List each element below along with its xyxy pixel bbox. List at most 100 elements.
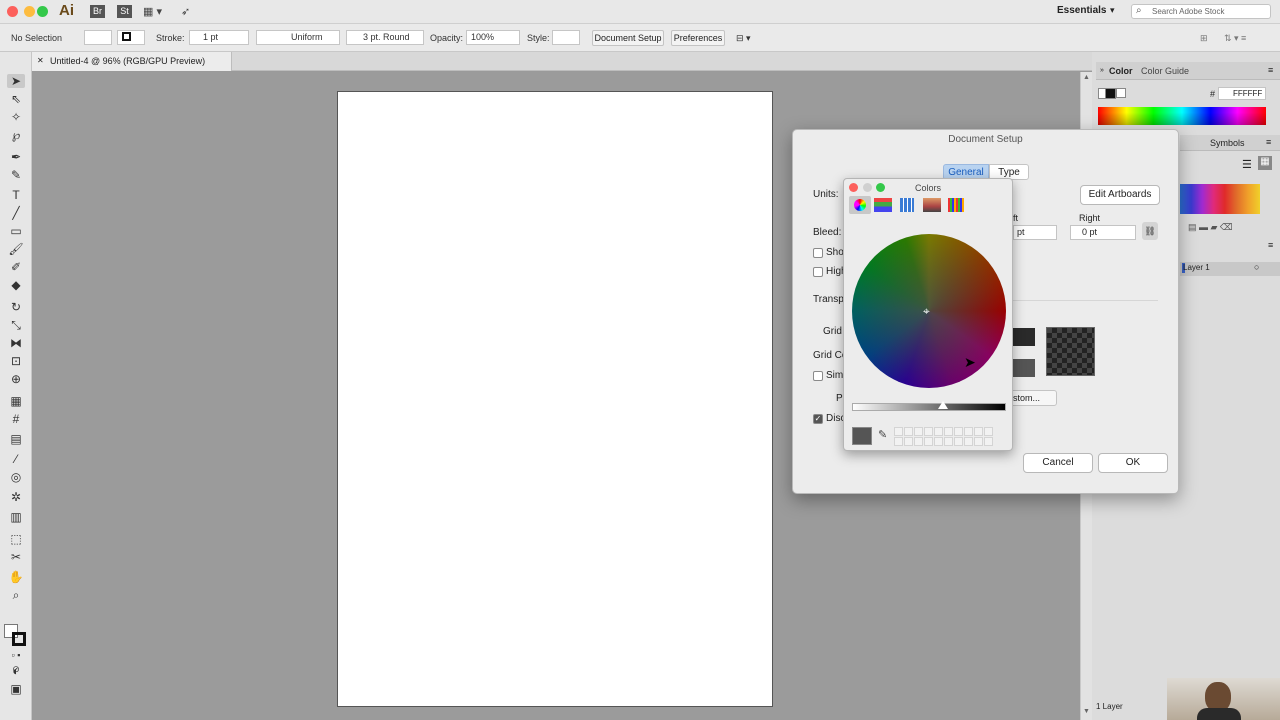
color-panel-white[interactable] — [1116, 88, 1126, 98]
shaper-tool-icon[interactable]: ✐ — [7, 260, 25, 274]
scroll-up-icon[interactable]: ▲ — [1083, 74, 1090, 81]
eyedropper-tool-icon[interactable]: ⁄ — [7, 452, 25, 466]
eraser-tool-icon[interactable]: ◆ — [7, 278, 25, 292]
panel-menu-icon[interactable]: ⇅ ▾ ≡ — [1224, 31, 1246, 45]
slice-tool-icon[interactable]: ✂ — [7, 550, 25, 564]
tab-symbols[interactable]: Symbols — [1210, 136, 1245, 150]
current-color-swatch[interactable] — [852, 427, 872, 445]
color-spectrum[interactable] — [1098, 107, 1266, 125]
free-transform-tool-icon[interactable]: ⊡ — [7, 354, 25, 368]
symbol-sprayer-tool-icon[interactable]: ✲ — [7, 490, 25, 504]
selection-tool-icon[interactable]: ➤ — [7, 74, 25, 88]
pen-tool-icon[interactable]: ✒ — [7, 150, 25, 164]
layer-target-icon[interactable]: ○ — [1254, 262, 1259, 272]
layer-name[interactable]: Layer 1 — [1183, 263, 1210, 272]
width-tool-icon[interactable]: ⧓ — [7, 336, 25, 350]
arrange-documents-icon[interactable]: ▦ ▾ — [143, 4, 162, 20]
zoom-window-button[interactable] — [37, 6, 48, 17]
grid-dark-swatch[interactable] — [1013, 328, 1035, 346]
stroke-weight-field[interactable]: 1 pt — [189, 30, 249, 45]
align-icon[interactable]: ⊟ ▾ — [736, 31, 751, 45]
bleed-left-field[interactable]: pt — [1013, 225, 1057, 240]
lasso-tool-icon[interactable]: ℘ — [7, 128, 25, 142]
image-palettes-icon[interactable] — [923, 198, 941, 212]
simulate-paper-checkbox[interactable] — [813, 371, 823, 381]
panel-menu-icon[interactable]: ≡ — [1266, 135, 1271, 149]
blend-tool-icon[interactable]: ◎ — [7, 470, 25, 484]
color-palettes-icon[interactable] — [900, 198, 914, 212]
preferences-button[interactable]: Preferences — [671, 30, 725, 46]
ok-button[interactable]: OK — [1098, 453, 1168, 473]
perspective-grid-tool-icon[interactable]: ▦ — [7, 394, 25, 408]
gradient-tool-icon[interactable]: ▤ — [7, 432, 25, 446]
artboard[interactable] — [337, 91, 773, 707]
hex-field[interactable]: FFFFFF — [1218, 87, 1266, 100]
tab-color[interactable]: Color — [1109, 64, 1133, 78]
close-window-button[interactable] — [7, 6, 18, 17]
variable-width-profile[interactable]: Uniform — [256, 30, 340, 45]
stock-button[interactable]: St — [117, 5, 132, 18]
hand-tool-icon[interactable]: ✋ — [7, 570, 25, 584]
close-tab-icon[interactable]: ✕ — [37, 56, 44, 65]
graphic-style-picker[interactable] — [552, 30, 580, 45]
workspace-switcher[interactable]: Essentials — [1057, 5, 1106, 16]
swatch-grid[interactable] — [1180, 184, 1260, 214]
brush-definition[interactable]: 3 pt. Round — [346, 30, 424, 45]
layer-row[interactable]: Layer 1 ○ — [1180, 262, 1280, 276]
scale-tool-icon[interactable]: ⤡ — [7, 318, 25, 332]
direct-selection-tool-icon[interactable]: ⇖ — [7, 92, 25, 106]
zoom-tool-icon[interactable]: ⌕ — [7, 588, 25, 602]
chevron-down-icon[interactable]: ▾ — [1110, 5, 1115, 16]
curvature-tool-icon[interactable]: ✎ — [7, 168, 25, 182]
color-sliders-icon[interactable] — [874, 198, 892, 212]
brightness-slider[interactable] — [852, 403, 1006, 411]
stroke-swatch[interactable] — [12, 632, 26, 646]
color-mode-icons[interactable]: ▫ ▪ ⊘ — [7, 648, 25, 674]
color-wheel-icon[interactable] — [849, 196, 871, 214]
column-graph-tool-icon[interactable]: ▥ — [7, 510, 25, 524]
artboard-tool-icon[interactable]: ⬚ — [7, 532, 25, 546]
grid-light-swatch[interactable] — [1013, 359, 1035, 377]
drawing-mode-icon[interactable]: ◐ — [7, 664, 25, 678]
minimize-window-button[interactable] — [24, 6, 35, 17]
rotate-tool-icon[interactable]: ↻ — [7, 300, 25, 314]
link-bleed-icon[interactable]: ⛓ — [1142, 222, 1158, 240]
brightness-slider-thumb[interactable] — [938, 401, 948, 409]
magic-wand-tool-icon[interactable]: ✧ — [7, 110, 25, 124]
thumbnail-view-icon[interactable]: ▦ — [1258, 156, 1272, 170]
line-tool-icon[interactable]: ╱ — [7, 206, 25, 220]
collapse-icon[interactable]: » — [1100, 64, 1104, 78]
gpu-performance-icon[interactable]: ➶ — [181, 4, 190, 20]
swatch-slots[interactable] — [894, 427, 1004, 447]
bleed-right-field[interactable]: 0 pt — [1070, 225, 1136, 240]
mesh-tool-icon[interactable]: # — [7, 412, 25, 426]
cancel-button[interactable]: Cancel — [1023, 453, 1093, 473]
bridge-button[interactable]: Br — [90, 5, 105, 18]
symbol-actions-icons[interactable]: ▤ ▬ ▰ ⌫ — [1188, 222, 1233, 233]
panel-menu-icon[interactable]: ≡ — [1268, 240, 1273, 250]
document-tab[interactable]: ✕ Untitled-4 @ 96% (RGB/GPU Preview) — [32, 52, 232, 71]
panel-menu-icon[interactable]: ≡ — [1268, 63, 1273, 77]
pencils-icon[interactable] — [948, 198, 964, 212]
list-view-icon[interactable]: ☰ — [1242, 158, 1252, 171]
screen-mode-icon[interactable]: ▣ — [7, 682, 25, 696]
type-tool-icon[interactable]: T — [7, 188, 25, 202]
opacity-field[interactable]: 100% — [466, 30, 520, 45]
highlight-checkbox[interactable] — [813, 267, 823, 277]
shape-builder-tool-icon[interactable]: ⊕ — [7, 372, 25, 386]
discard-checkbox[interactable]: ✓ — [813, 414, 823, 424]
transform-icon[interactable]: ⊞ — [1200, 31, 1208, 45]
edit-artboards-button[interactable]: Edit Artboards — [1080, 185, 1160, 205]
document-setup-button[interactable]: Document Setup — [592, 30, 664, 46]
paintbrush-tool-icon[interactable]: 🖌 — [7, 242, 25, 256]
tab-color-guide[interactable]: Color Guide — [1141, 64, 1189, 78]
rectangle-tool-icon[interactable]: ▭ — [7, 224, 25, 238]
custom-button[interactable]: stom... — [1007, 390, 1057, 406]
eyedropper-icon[interactable]: ✎ — [878, 428, 887, 441]
stroke-color-swatch[interactable] — [117, 30, 145, 45]
color-panel-stroke[interactable] — [1105, 88, 1116, 99]
fill-color-swatch[interactable] — [84, 30, 112, 45]
show-checkbox[interactable] — [813, 248, 823, 258]
search-stock-field[interactable]: ⌕ Search Adobe Stock — [1131, 4, 1271, 19]
scroll-down-icon[interactable]: ▼ — [1083, 708, 1090, 715]
